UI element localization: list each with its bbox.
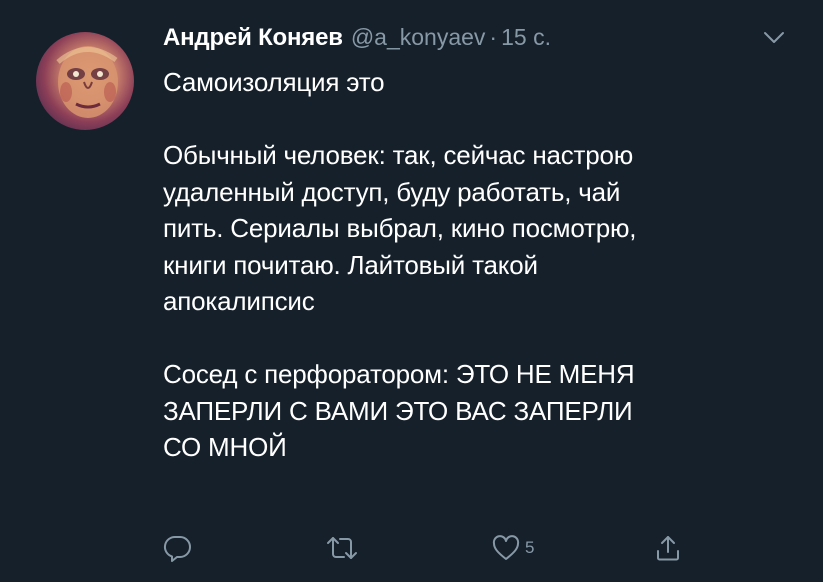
like-button[interactable]: 5	[491, 530, 534, 566]
like-count: 5	[525, 538, 535, 557]
tweet-text-line: пить. Сериалы выбрал, кино посмотрю,	[163, 213, 637, 243]
heart-icon	[492, 535, 520, 560]
tweet-text-line: апокалипсис	[163, 286, 315, 316]
retweet-icon	[327, 537, 357, 559]
tweet-text-line: Сосед с перфоратором: ЭТО НЕ МЕНЯ	[163, 359, 635, 389]
tweet-menu-button[interactable]	[762, 30, 786, 46]
share-button[interactable]	[653, 530, 683, 566]
chevron-down-icon	[764, 32, 784, 43]
retweet-button[interactable]	[325, 530, 359, 566]
tweet-text-line: Обычный человек: так, сейчас настрою	[163, 140, 634, 170]
avatar-image	[56, 46, 118, 118]
tweet-actions: 5	[163, 530, 723, 566]
author-name[interactable]: Андрей Коняев	[163, 24, 343, 52]
reply-icon	[163, 535, 191, 562]
separator-dot: ·	[489, 24, 498, 50]
reply-button[interactable]	[163, 530, 193, 566]
tweet-header: Андрей Коняев @a_konyaev · 15 с.	[163, 24, 551, 56]
tweet-text-line	[163, 320, 783, 357]
tweet-text-line	[163, 101, 783, 138]
tweet-text-line: ЗАПЕРЛИ С ВАМИ ЭТО ВАС ЗАПЕРЛИ	[163, 395, 633, 426]
tweet-text-line: книги почитаю. Лайтовый такой	[163, 249, 538, 280]
avatar[interactable]	[36, 32, 134, 130]
tweet-text-line: Самоизоляция это	[163, 67, 385, 97]
tweet-text-line: удаленный доступ, буду работать, чай	[163, 176, 621, 207]
tweet-text: Самоизоляция это Обычный человек: так, с…	[163, 64, 783, 466]
timestamp[interactable]: 15 с.	[501, 24, 551, 51]
share-icon	[657, 536, 679, 561]
tweet-card[interactable]: Андрей Коняев @a_konyaev · 15 с. Самоизо…	[0, 0, 823, 582]
author-handle[interactable]: @a_konyaev	[351, 24, 486, 51]
tweet-text-line: СО МНОЙ	[163, 432, 287, 462]
